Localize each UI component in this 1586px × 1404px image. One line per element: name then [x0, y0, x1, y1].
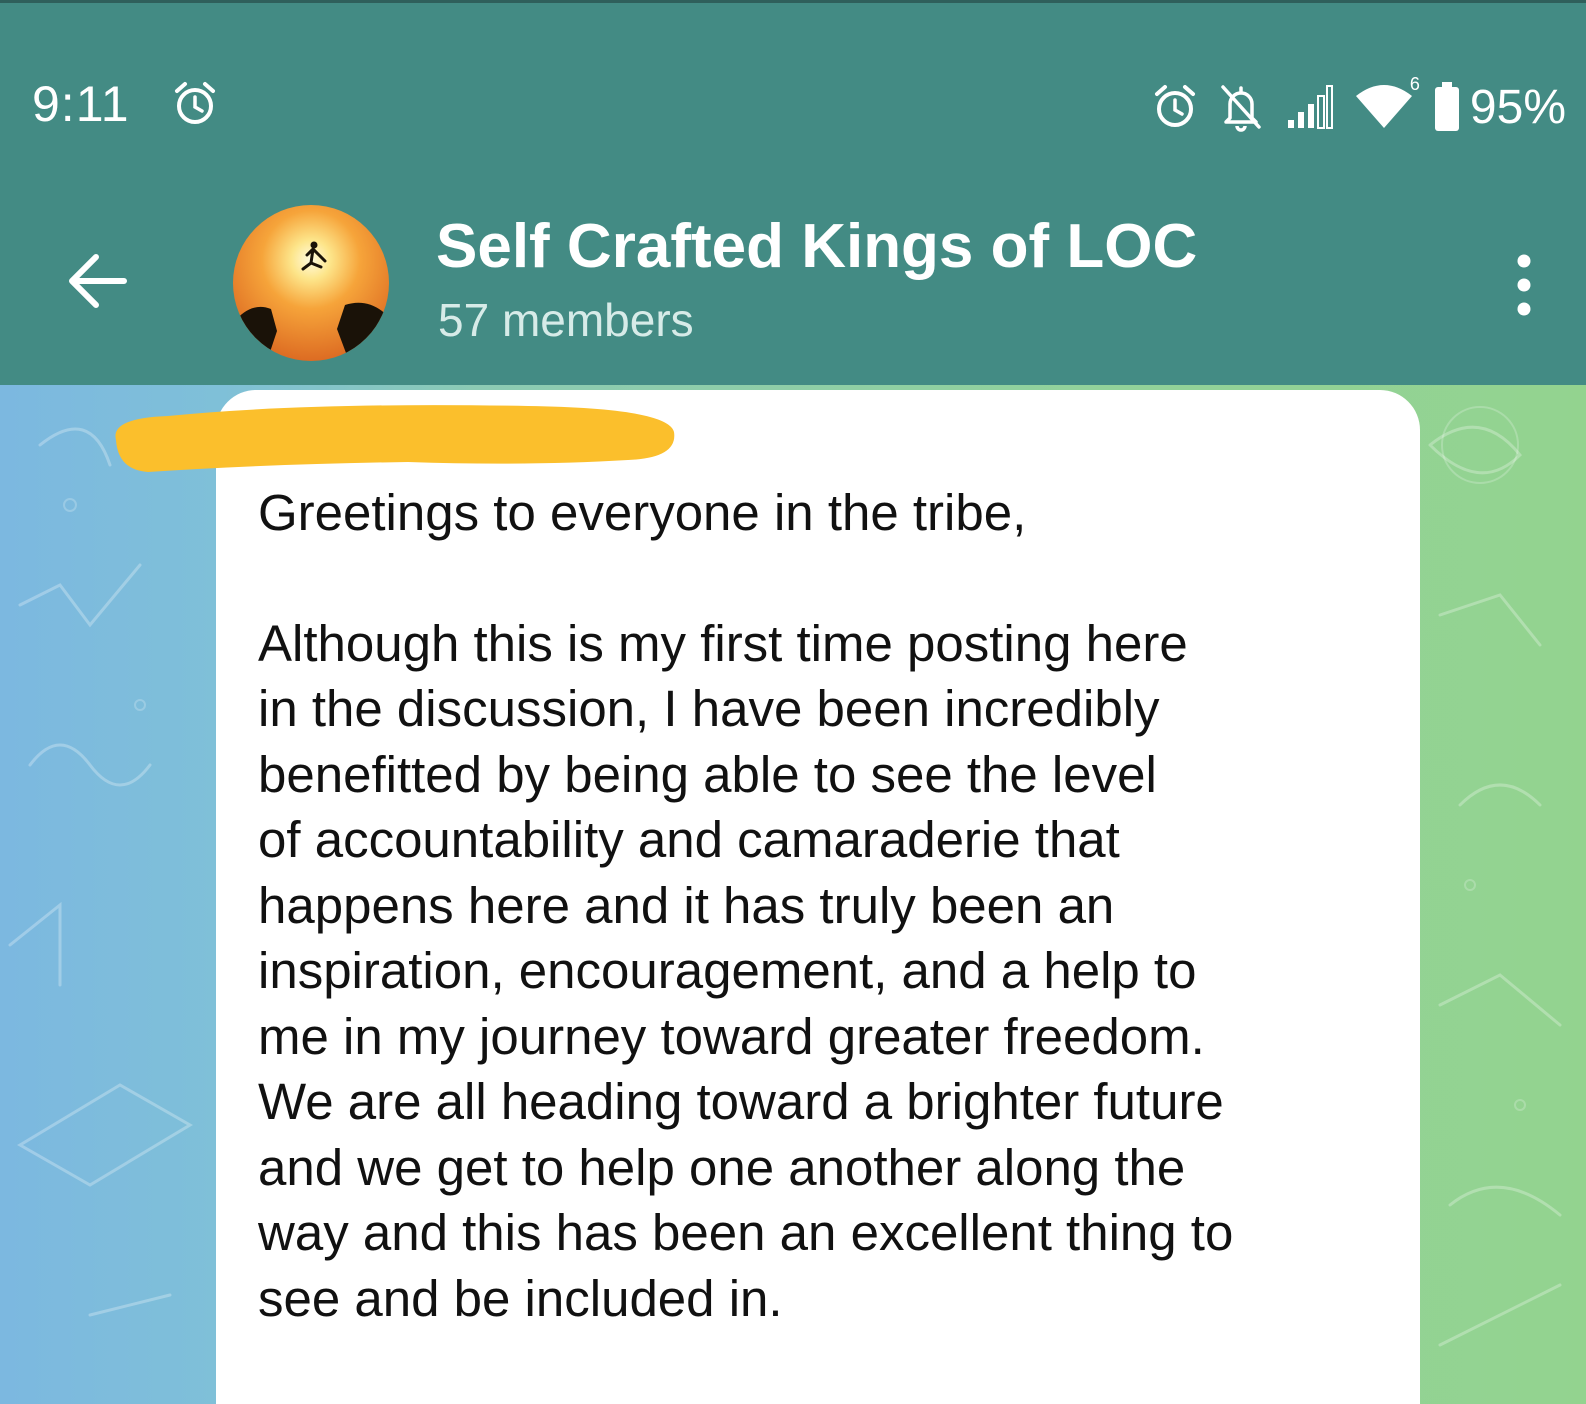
app-header: 9:11 6 95% Self Crafted Kings of LOC 57 …	[0, 0, 1586, 385]
signal-icon	[1287, 85, 1333, 129]
battery-percent: 95%	[1469, 80, 1566, 134]
message-text: Greetings to everyone in the tribe, Alth…	[258, 480, 1378, 1331]
bell-muted-icon	[1221, 85, 1261, 132]
telegram-chat-screen: 9:11 6 95% Self Crafted Kings of LOC 57 …	[0, 0, 1586, 1404]
more-vertical-icon[interactable]	[1512, 253, 1536, 317]
message-line: We are all heading toward a brighter fut…	[258, 1073, 1224, 1130]
message-greeting: Greetings to everyone in the tribe,	[258, 484, 1027, 541]
message-line: in the discussion, I have been incredibl…	[258, 680, 1160, 737]
status-time: 9:11	[32, 76, 130, 132]
message-line: benefitted by being able to see the leve…	[258, 745, 1157, 803]
wifi-icon	[1355, 85, 1412, 128]
message-line: of accountability and camaraderie that	[258, 811, 1120, 868]
arrow-left-icon[interactable]	[60, 243, 136, 319]
message-line: and we get to help one another along the	[258, 1138, 1186, 1196]
message-line: me in my journey toward greater freedom.	[258, 1007, 1205, 1065]
battery-icon	[1434, 82, 1459, 131]
message-line: inspiration, encouragement, and a help t…	[258, 942, 1197, 999]
network-badge: 6	[1409, 74, 1420, 94]
status-icons: 6 95%	[1152, 74, 1566, 135]
sender-name-redaction	[115, 405, 675, 472]
wifi-status: 6	[1354, 74, 1420, 132]
message-line: happens here and it has truly been an	[258, 876, 1115, 934]
member-count: 57 members	[438, 294, 694, 346]
alarm-icon	[175, 82, 215, 124]
alarm-icon	[1154, 85, 1195, 127]
chat-title[interactable]: Self Crafted Kings of LOC	[436, 211, 1197, 282]
message-line: see and be included in.	[258, 1269, 783, 1327]
message-line: Although this is my first time posting h…	[258, 614, 1188, 672]
group-avatar[interactable]	[233, 205, 389, 361]
message-line: way and this has been an excellent thing…	[258, 1204, 1234, 1261]
